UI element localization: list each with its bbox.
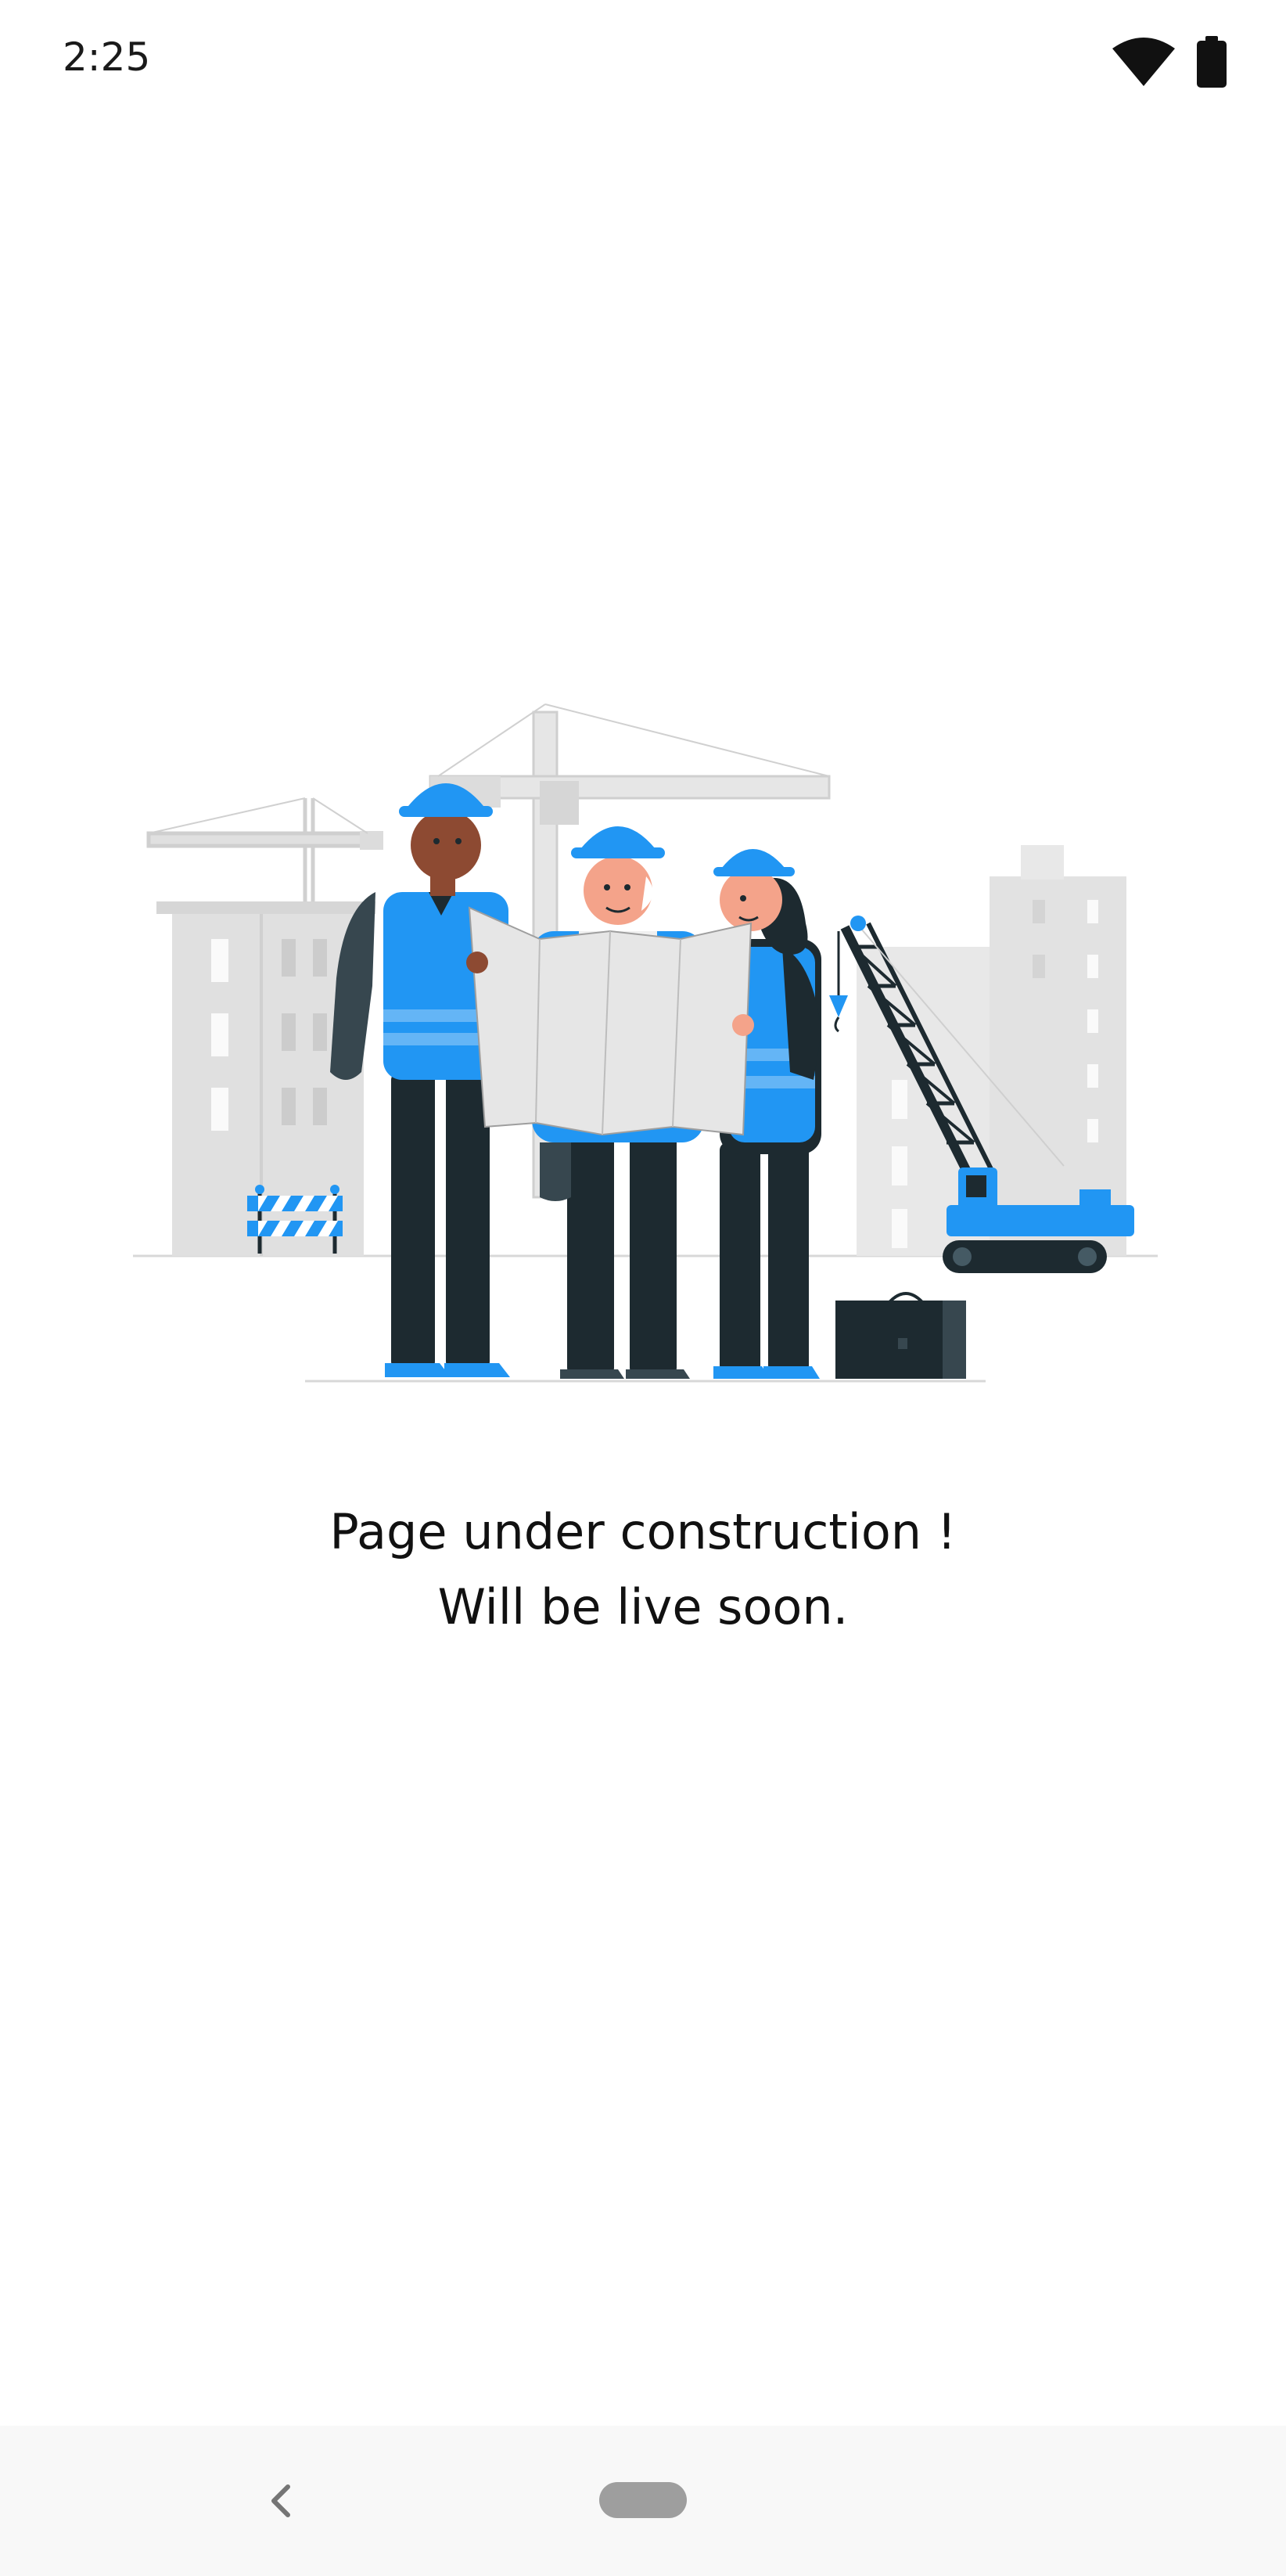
- construction-illustration: [125, 689, 1158, 1393]
- message-line-1: Page under construction !: [329, 1503, 957, 1560]
- screen: 2:25 Page under construction ! Will be l…: [0, 0, 1286, 2576]
- message-line-2: Will be live soon.: [437, 1578, 849, 1635]
- status-time: 2:25: [63, 34, 151, 80]
- status-icons: [1111, 36, 1228, 92]
- status-bar: 2:25: [0, 0, 1286, 125]
- left-crane: [146, 797, 383, 901]
- battery-icon: [1195, 36, 1228, 92]
- navigation-bar: [0, 2426, 1286, 2576]
- home-button[interactable]: [599, 2482, 687, 2518]
- blueprint: [466, 906, 754, 1136]
- briefcase: [835, 1292, 966, 1379]
- construction-message: Page under construction ! Will be live s…: [0, 1495, 1286, 1645]
- wifi-icon: [1111, 38, 1176, 91]
- back-icon[interactable]: [258, 2477, 305, 2524]
